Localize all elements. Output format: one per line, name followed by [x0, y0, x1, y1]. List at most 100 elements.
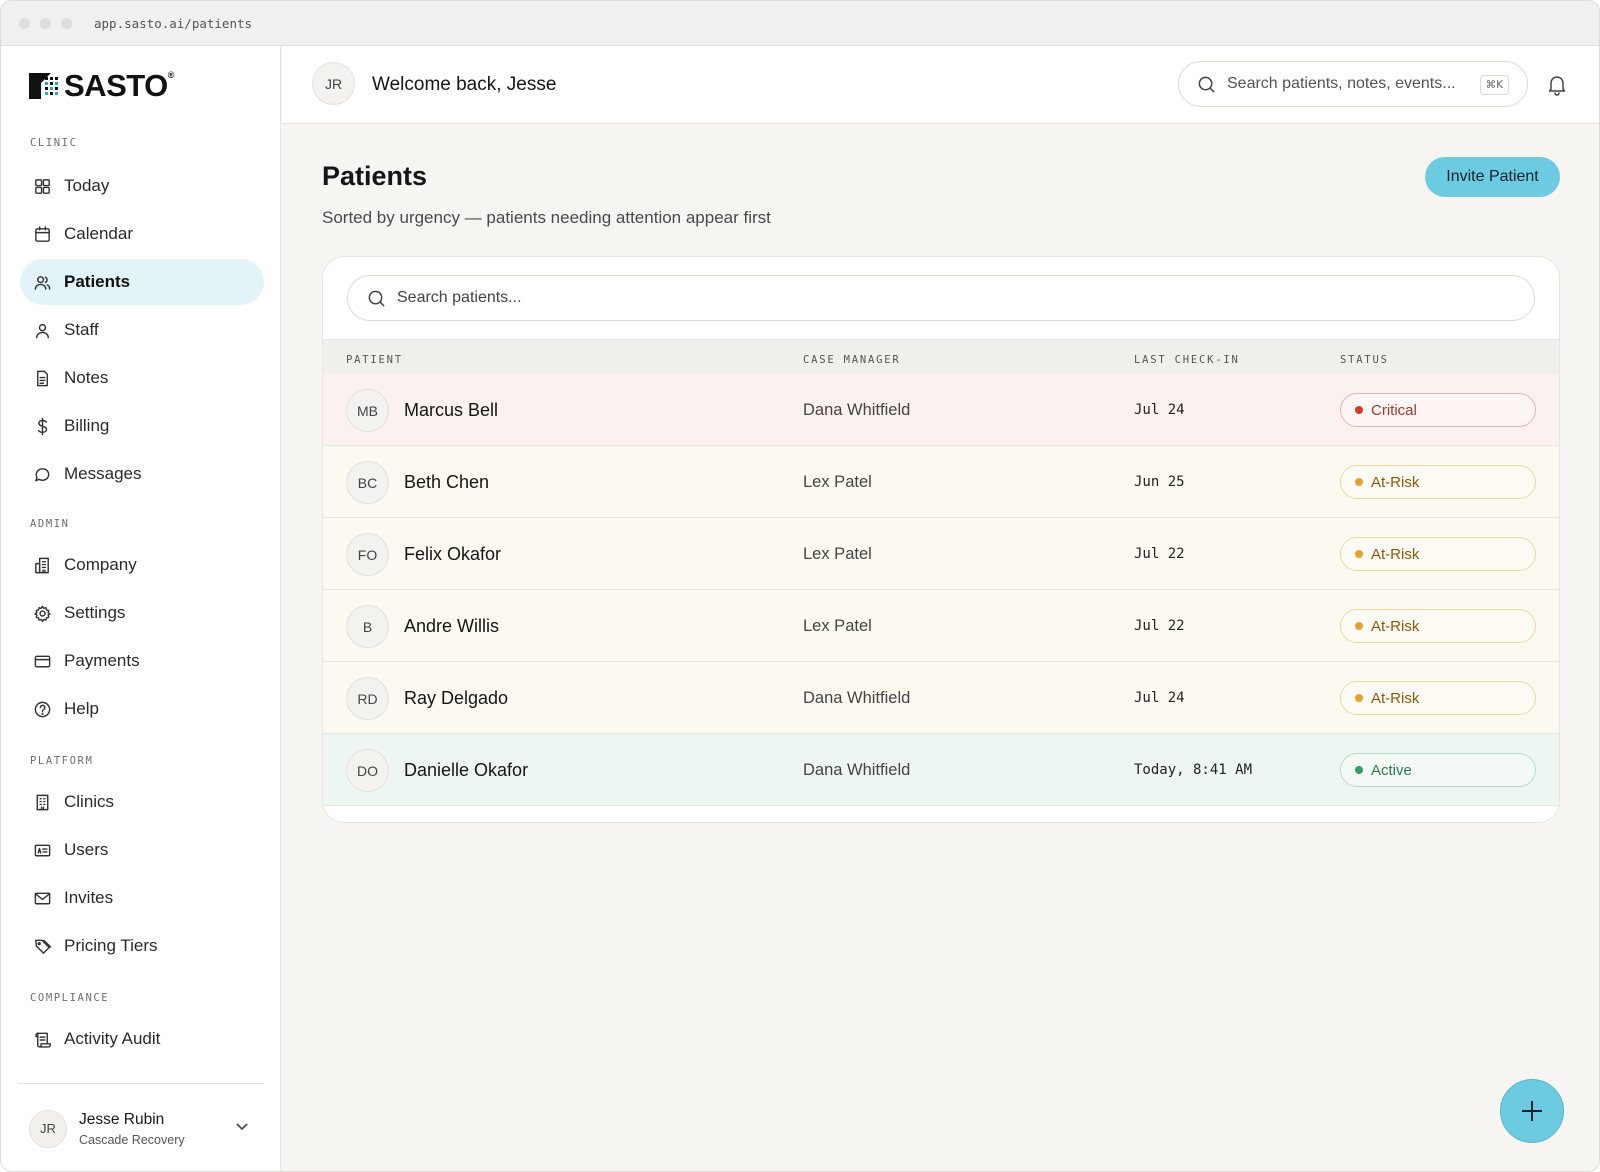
- window-close-dot[interactable]: [19, 17, 30, 29]
- status-dot-icon: [1355, 766, 1363, 774]
- status-label: At-Risk: [1371, 689, 1420, 707]
- url-bar[interactable]: app.sasto.ai/patients: [94, 16, 252, 31]
- search-icon: [1198, 76, 1215, 93]
- help-icon: [32, 699, 52, 719]
- sidebar-item-clinics[interactable]: Clinics: [20, 779, 264, 825]
- status-label: Critical: [1371, 401, 1417, 419]
- tag-icon: [32, 936, 52, 956]
- sidebar-item-users[interactable]: Users: [20, 827, 264, 873]
- sidebar-item-billing[interactable]: Billing: [20, 403, 264, 449]
- invite-patient-button[interactable]: Invite Patient: [1425, 157, 1560, 197]
- table-row[interactable]: RD Ray Delgado Dana Whitfield Jul 24 At-Risk: [323, 662, 1559, 734]
- patient-search-input[interactable]: Search patients...: [347, 275, 1535, 321]
- window-minimize-dot[interactable]: [40, 17, 51, 29]
- sidebar-item-label: Activity Audit: [64, 1029, 161, 1048]
- last-check-in: Today, 8:41 AM: [1134, 762, 1253, 778]
- browser-chrome: app.sasto.ai/patients: [1, 1, 1599, 46]
- status-dot-icon: [1355, 406, 1363, 414]
- sidebar-item-pricing-tiers[interactable]: Pricing Tiers: [20, 923, 264, 969]
- keyboard-shortcut-badge: ⌘K: [1479, 75, 1509, 95]
- page-subtitle: Sorted by urgency — patients needing att…: [322, 208, 771, 227]
- status-label: At-Risk: [1371, 545, 1420, 563]
- last-check-in: Jul 22: [1134, 618, 1185, 634]
- sidebar-item-staff[interactable]: Staff: [20, 307, 264, 353]
- status-badge: At-Risk: [1340, 537, 1536, 571]
- column-header-case-manager[interactable]: CASE MANAGER: [803, 354, 900, 366]
- sidebar-item-label: Company: [64, 555, 137, 574]
- status-label: Active: [1371, 761, 1412, 779]
- table-row[interactable]: MB Marcus Bell Dana Whitfield Jul 24 Critica…: [323, 374, 1559, 446]
- brand-logo[interactable]: SASTO®: [29, 68, 174, 104]
- patient-name[interactable]: Beth Chen: [404, 472, 489, 493]
- sidebar-item-label: Billing: [64, 416, 110, 435]
- gear-icon: [32, 603, 52, 623]
- status-label: At-Risk: [1371, 473, 1420, 491]
- patient-name[interactable]: Danielle Okafor: [404, 760, 528, 781]
- sidebar-item-label: Patients: [64, 272, 131, 291]
- brand-name: SASTO®: [64, 68, 174, 103]
- current-user-card[interactable]: JR Jesse Rubin Cascade Recovery: [18, 1083, 264, 1171]
- sidebar-item-payments[interactable]: Payments: [20, 638, 264, 684]
- add-fab-button[interactable]: [1500, 1079, 1564, 1143]
- status-dot-icon: [1355, 622, 1363, 630]
- sidebar-item-activity-audit[interactable]: Activity Audit: [20, 1016, 264, 1062]
- office-icon: [32, 792, 52, 812]
- status-badge: At-Risk: [1340, 681, 1536, 715]
- bell-icon[interactable]: [1545, 72, 1569, 96]
- status-badge: At-Risk: [1340, 609, 1536, 643]
- table-row[interactable]: DO Danielle Okafor Dana Whitfield Today, 8:…: [323, 734, 1559, 806]
- window-zoom-dot[interactable]: [61, 17, 72, 29]
- status-dot-icon: [1355, 550, 1363, 558]
- sidebar-item-help[interactable]: Help: [20, 686, 264, 732]
- last-check-in: Jun 25: [1134, 474, 1185, 490]
- avatar: DO: [346, 749, 389, 792]
- user-name: Jesse Rubin: [79, 1110, 165, 1128]
- logo-mark-icon: [29, 73, 58, 99]
- sidebar: SASTO® CLINIC Today Calendar Patients Staff N…: [1, 46, 281, 1171]
- last-check-in: Jul 24: [1134, 690, 1185, 706]
- page-title: Patients: [322, 161, 428, 191]
- table-row[interactable]: FO Felix Okafor Lex Patel Jul 22 At-Risk: [323, 518, 1559, 590]
- status-badge: At-Risk: [1340, 465, 1536, 499]
- patient-name[interactable]: Felix Okafor: [404, 544, 501, 565]
- user-icon: [32, 320, 52, 340]
- patient-name[interactable]: Marcus Bell: [404, 400, 498, 421]
- avatar[interactable]: JR: [312, 62, 355, 105]
- status-badge: Critical: [1340, 393, 1536, 427]
- sidebar-item-notes[interactable]: Notes: [20, 355, 264, 401]
- sidebar-item-patients[interactable]: Patients: [20, 259, 264, 305]
- table-row[interactable]: BC Beth Chen Lex Patel Jun 25 At-Risk: [323, 446, 1559, 518]
- app-window: app.sasto.ai/patients SASTO® CLINIC Today…: [0, 0, 1600, 1172]
- sidebar-item-invites[interactable]: Invites: [20, 875, 264, 921]
- patient-name[interactable]: Andre Willis: [404, 616, 499, 637]
- scroll-icon: [32, 1029, 52, 1049]
- sidebar-item-today[interactable]: Today: [20, 163, 264, 209]
- global-search-input[interactable]: Search patients, notes, events... ⌘K: [1178, 61, 1528, 107]
- table-row[interactable]: B Andre Willis Lex Patel Jul 22 At-Risk: [323, 590, 1559, 662]
- column-header-status[interactable]: STATUS: [1340, 354, 1389, 366]
- section-label-platform: PLATFORM: [30, 755, 94, 767]
- sidebar-item-calendar[interactable]: Calendar: [20, 211, 264, 257]
- status-label: At-Risk: [1371, 617, 1420, 635]
- column-header-last-check-in[interactable]: LAST CHECK-IN: [1134, 354, 1240, 366]
- sidebar-item-label: Staff: [64, 320, 99, 339]
- sidebar-item-messages[interactable]: Messages: [20, 451, 264, 497]
- chat-icon: [32, 464, 52, 484]
- dollar-icon: [32, 416, 52, 436]
- welcome-message: Welcome back, Jesse: [372, 74, 557, 95]
- sidebar-item-label: Calendar: [64, 224, 133, 243]
- global-search-placeholder: Search patients, notes, events...: [1227, 75, 1456, 92]
- card-icon: [32, 651, 52, 671]
- sidebar-item-label: Today: [64, 176, 110, 195]
- last-check-in: Jul 22: [1134, 546, 1185, 562]
- section-label-clinic: CLINIC: [30, 137, 78, 149]
- avatar: MB: [346, 389, 389, 432]
- column-header-patient[interactable]: PATIENT: [346, 354, 403, 366]
- plus-icon: [1522, 1101, 1542, 1121]
- patient-name[interactable]: Ray Delgado: [404, 688, 508, 709]
- chevron-down-icon[interactable]: [234, 1118, 250, 1134]
- patient-search-placeholder: Search patients...: [397, 289, 522, 306]
- case-manager: Dana Whitfield: [803, 401, 911, 419]
- sidebar-item-settings[interactable]: Settings: [20, 590, 264, 636]
- sidebar-item-company[interactable]: Company: [20, 542, 264, 588]
